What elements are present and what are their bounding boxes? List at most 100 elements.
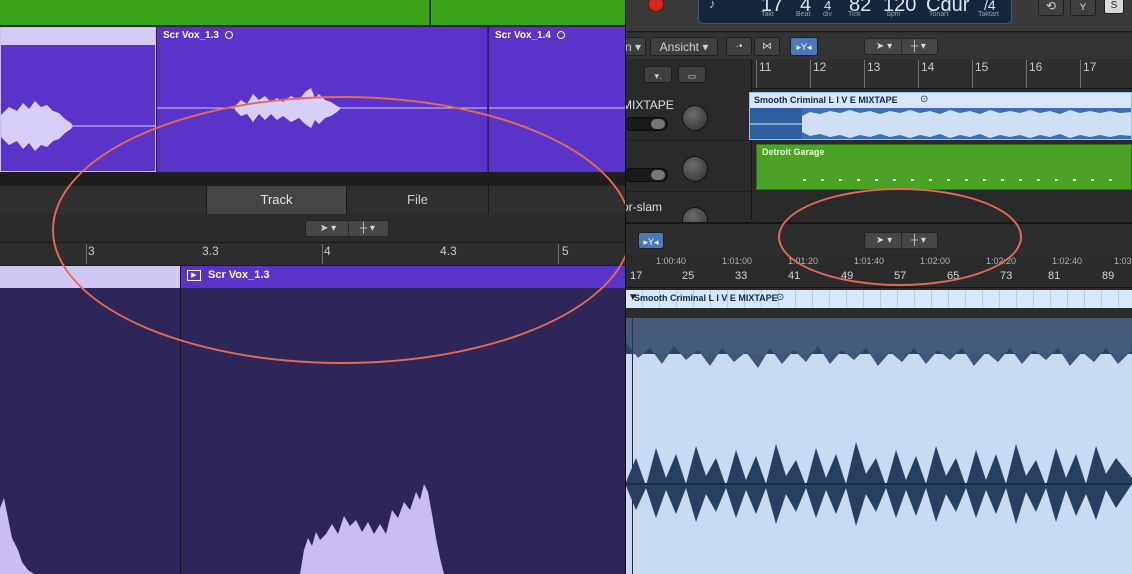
cycle-button[interactable]: ⟲ bbox=[1038, 0, 1064, 16]
region-name: Detroit Garage bbox=[762, 147, 825, 157]
loop-icon bbox=[224, 31, 233, 39]
tab-extra[interactable] bbox=[489, 186, 626, 214]
lcd-label: Takt bbox=[761, 11, 774, 18]
region-title-vox-1-4: Scr Vox_1.4 bbox=[495, 30, 565, 41]
track-name: MIXTAPE bbox=[626, 98, 674, 112]
time-ruler-label: 1:02:40 bbox=[1052, 256, 1083, 266]
ruler-tick: 3.3 bbox=[202, 244, 219, 258]
ruler-tick-mark bbox=[86, 244, 87, 264]
editor-bar-tick: 49 bbox=[841, 270, 854, 282]
snap-button[interactable]: ▸Y◂ bbox=[790, 37, 818, 56]
tab-file[interactable]: File bbox=[347, 186, 489, 214]
tuner-icon[interactable]: ♪ bbox=[709, 0, 716, 11]
pan-knob[interactable] bbox=[682, 105, 708, 131]
catch-button[interactable]: ·• bbox=[726, 37, 752, 56]
marquee-tool-menu[interactable]: ┼ ▾ bbox=[901, 39, 935, 54]
link-icon: ⊙ bbox=[776, 292, 785, 303]
editor-waveform bbox=[0, 484, 444, 574]
time-ruler-label: 1:01:00 bbox=[722, 256, 753, 266]
ruler-tick-mark bbox=[1080, 60, 1081, 88]
marquee-tool-menu[interactable]: ┼ ▾ bbox=[348, 221, 386, 236]
pointer-tool-menu[interactable]: ➤ ▾ bbox=[867, 233, 901, 248]
vox-region-selected[interactable] bbox=[0, 27, 156, 172]
lcd-display: ♪ 17 4 4 82 120 Cdur /4 Takt Beat div Ti… bbox=[698, 0, 1012, 24]
editor-bar-tick: 89 bbox=[1102, 270, 1115, 282]
ruler-tick-mark bbox=[1026, 60, 1027, 88]
bar-ruler-tick: 16 bbox=[1029, 60, 1043, 74]
editor-bar-tick: 41 bbox=[788, 270, 801, 282]
vox-region-1-4[interactable]: Scr Vox_1.4 bbox=[489, 27, 626, 172]
lcd-label: Taktart bbox=[978, 11, 1000, 18]
lcd-label: Tonart bbox=[929, 11, 949, 18]
bar-ruler-tick: 13 bbox=[867, 60, 881, 74]
time-ruler-label: 1:02:00 bbox=[920, 256, 951, 266]
region-name: Smooth Criminal L I V E MIXTAPE bbox=[754, 95, 898, 105]
track-header-3[interactable]: or-slam bbox=[626, 193, 752, 233]
arrange-bottom-gap bbox=[0, 172, 626, 186]
editor-bar-tick: 33 bbox=[735, 270, 748, 282]
view-menu-label: Ansicht bbox=[659, 40, 699, 54]
editor-region-name: Smooth Criminal L I V E MIXTAPE bbox=[634, 293, 778, 303]
view-menu[interactable]: Ansicht ▾ bbox=[650, 37, 718, 56]
region-header bbox=[1, 28, 155, 45]
track-add-button[interactable]: ▭ bbox=[678, 66, 706, 83]
green-region-strip-2[interactable] bbox=[431, 0, 626, 25]
track-options-button[interactable]: ▾. bbox=[644, 66, 672, 83]
volume-slider[interactable] bbox=[626, 117, 668, 131]
lcd-label: bpm bbox=[887, 11, 901, 18]
tuning-fork-button[interactable]: ʏ bbox=[1070, 0, 1096, 16]
ruler-tick: 4.3 bbox=[440, 244, 457, 258]
editor-bar-tick: 65 bbox=[947, 270, 960, 282]
ruler-tick: 4 bbox=[324, 244, 331, 258]
audio-editor-canvas[interactable] bbox=[0, 288, 626, 574]
editor-bar-tick: 25 bbox=[682, 270, 695, 282]
ruler-tick-mark bbox=[918, 60, 919, 88]
pointer-tool-menu[interactable]: ➤ ▾ bbox=[310, 221, 346, 236]
editor-bar-tick: 17 bbox=[630, 270, 643, 282]
flex-button[interactable]: ⋈ bbox=[754, 37, 780, 56]
region-waveform bbox=[750, 108, 1131, 139]
track-header-1[interactable]: MIXTAPE bbox=[626, 91, 752, 141]
editor-region-header[interactable]: ▼ Smooth Criminal L I V E MIXTAPE ⊙ bbox=[626, 290, 1132, 308]
marquee-tool-menu[interactable]: ┼ ▾ bbox=[901, 233, 935, 248]
bar-ruler-tick: 11 bbox=[759, 60, 772, 74]
lcd-label: Tick bbox=[848, 11, 861, 18]
time-ruler-label: 1:03 bbox=[1114, 256, 1132, 266]
tool-menu-group: ➤ ▾ ┼ ▾ bbox=[864, 38, 938, 55]
vox-region-1-3[interactable]: Scr Vox_1.3 bbox=[157, 27, 488, 172]
ruler-tick-mark bbox=[972, 60, 973, 88]
waveform bbox=[489, 107, 626, 109]
region-name: Scr Vox_1.4 bbox=[495, 30, 551, 41]
pan-knob[interactable] bbox=[682, 156, 708, 182]
editor-bar-tick: 81 bbox=[1048, 270, 1061, 282]
audio-editor-canvas[interactable] bbox=[626, 318, 1132, 574]
slider-thumb bbox=[651, 119, 665, 129]
time-ruler-label: 1:01:40 bbox=[854, 256, 885, 266]
editor-waveform bbox=[626, 318, 1132, 526]
solo-button[interactable]: S bbox=[1104, 0, 1124, 14]
green-region-strip[interactable] bbox=[0, 0, 430, 25]
ruler-tick-mark bbox=[810, 60, 811, 88]
tab-blank[interactable] bbox=[0, 186, 207, 214]
time-ruler-label: 1:02:20 bbox=[986, 256, 1017, 266]
track-header-2[interactable] bbox=[626, 142, 752, 192]
tool-menu-group: ➤ ▾ ┼ ▾ bbox=[305, 220, 389, 237]
ruler-tick: 3 bbox=[88, 244, 95, 258]
edit-menu-truncated[interactable]: n ▾ bbox=[626, 37, 646, 56]
editor-snap-button[interactable]: ▸Y◂ bbox=[638, 232, 664, 249]
bar-ruler-tick: 17 bbox=[1083, 60, 1097, 74]
lcd-label: div bbox=[823, 11, 832, 18]
tab-track[interactable]: Track bbox=[207, 186, 347, 214]
region-smooth-criminal[interactable]: Smooth Criminal L I V E MIXTAPE ⊙ bbox=[749, 92, 1132, 140]
tool-menu-group: ➤ ▾ ┼ ▾ bbox=[864, 232, 938, 249]
bar-ruler-tick: 14 bbox=[921, 60, 935, 74]
region-title-vox-1-3: Scr Vox_1.3 bbox=[163, 30, 233, 41]
region-detroit-garage[interactable]: Detroit Garage bbox=[756, 144, 1132, 190]
ruler-tick-mark bbox=[322, 244, 323, 264]
editor-region-header[interactable]: ▶ Scr Vox_1.3 bbox=[180, 266, 626, 288]
midi-notes bbox=[803, 179, 1123, 181]
editor-region-header-prev[interactable] bbox=[0, 266, 180, 288]
volume-slider[interactable] bbox=[626, 168, 668, 182]
pointer-tool-menu[interactable]: ➤ ▾ bbox=[867, 39, 901, 54]
waveform bbox=[157, 88, 487, 128]
